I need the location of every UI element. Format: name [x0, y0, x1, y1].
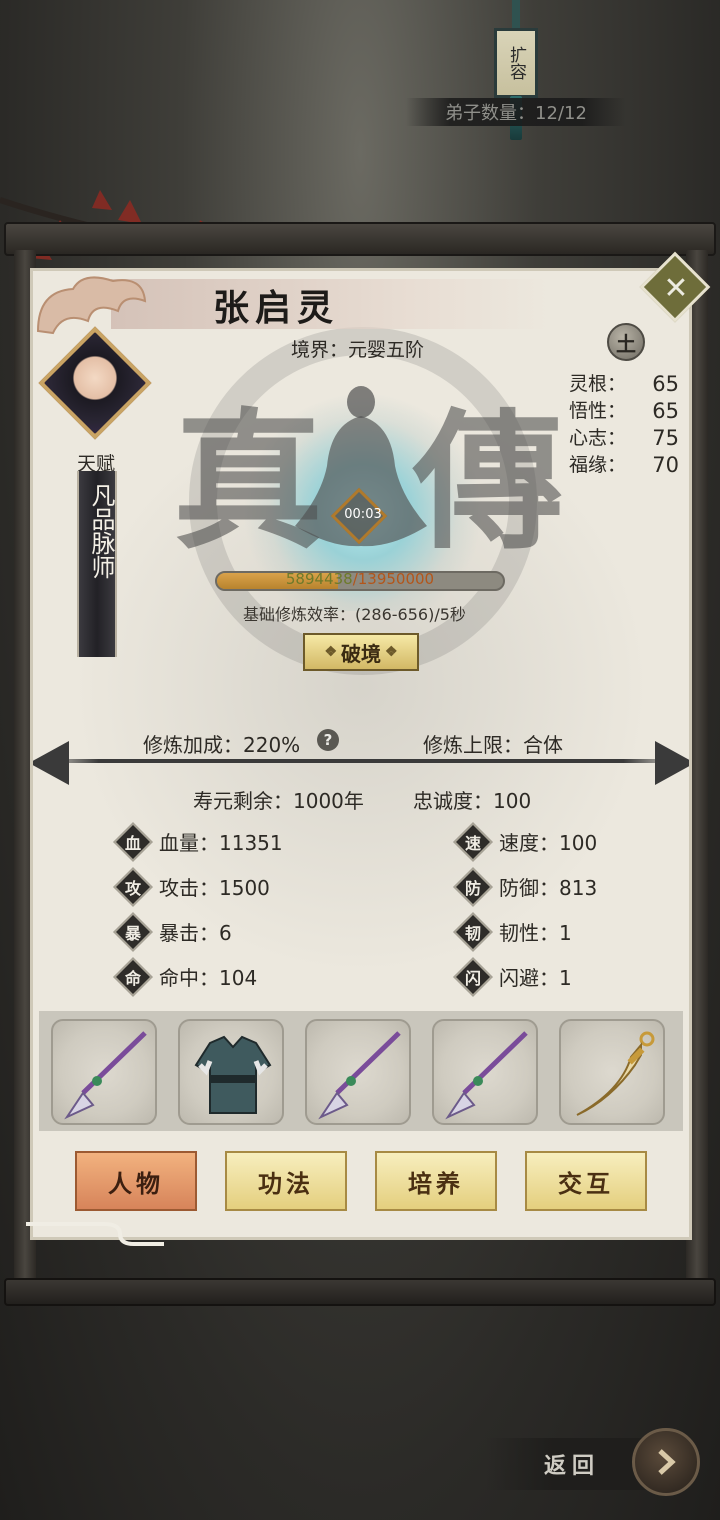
equipment-slot-accessory[interactable]: [559, 1019, 665, 1125]
character-panel: 张启灵 境界：元婴五阶 天赋 凡品脉师 土 灵根： 65 悟性： 65 心志： 75 …: [30, 268, 692, 1240]
talent-value: 凡品脉师: [87, 483, 115, 579]
divider: [33, 759, 689, 763]
attack-icon: 攻: [113, 866, 153, 907]
tab-character[interactable]: 人物: [75, 1151, 197, 1211]
tab-interact[interactable]: 交互: [525, 1151, 647, 1211]
tab-skills[interactable]: 功法: [225, 1151, 347, 1211]
attribute-list: 灵根： 65 悟性： 65 心志： 75 福缘： 70: [569, 371, 679, 479]
loyalty-text: 忠诚度：100: [413, 789, 532, 813]
equipment-slot-weapon[interactable]: [51, 1019, 157, 1125]
spear-icon: [64, 1031, 147, 1120]
scroll-top-rod: [4, 222, 716, 256]
scroll-bottom-rod: [4, 1278, 716, 1306]
stat-defense: 防防御：813: [453, 866, 597, 907]
expand-string: [512, 0, 520, 30]
dodge-icon: 闪: [453, 956, 493, 997]
stat-hp: 血血量：11351: [113, 821, 283, 862]
defense-icon: 防: [453, 866, 493, 907]
spear-icon: [445, 1031, 528, 1120]
attribute-row: 心志： 75: [569, 426, 679, 450]
lifespan-text: 寿元剩余：1000年: [193, 789, 364, 813]
cultivation-bonus: 修炼加成：220%: [143, 733, 301, 757]
stat-crit: 暴暴击：6: [113, 911, 232, 952]
back-button[interactable]: [632, 1428, 700, 1496]
next-arrow-icon[interactable]: [655, 741, 689, 785]
cultivation-limit: 修炼上限：合体: [423, 733, 563, 757]
exp-max: /13950000: [352, 570, 435, 588]
robe-icon: [194, 1035, 272, 1114]
equipment-strip: [39, 1011, 683, 1131]
stat-attack: 攻攻击：1500: [113, 866, 270, 907]
exp-current: 5894438: [285, 570, 353, 588]
attribute-row: 福缘： 70: [569, 453, 679, 477]
stat-hit: 命命中：104: [113, 956, 257, 997]
ornament-icon: ❖: [385, 644, 398, 660]
disciple-count: 弟子数量：12/12: [406, 98, 626, 126]
cloud-corner-decoration: [26, 1222, 164, 1246]
exp-progress-text: 5894438/13950000: [215, 570, 505, 588]
attribute-row: 灵根： 65: [569, 372, 679, 396]
tab-training[interactable]: 培养: [375, 1151, 497, 1211]
cultivation-rate: 基础修炼效率：(286-656)/5秒: [243, 605, 466, 624]
speed-icon: 速: [453, 821, 493, 862]
breakthrough-button[interactable]: ❖ 破境 ❖: [303, 633, 419, 671]
chevron-right-icon: [658, 1449, 676, 1475]
equipment-slot-armor[interactable]: [178, 1019, 284, 1125]
spear-icon: [318, 1031, 401, 1120]
attribute-row: 悟性： 65: [569, 399, 679, 423]
hp-icon: 血: [113, 821, 153, 862]
stat-dodge: 闪闪避：1: [453, 956, 572, 997]
stat-toughness: 韧韧性：1: [453, 911, 572, 952]
back-label[interactable]: 返回: [486, 1438, 656, 1490]
realm-text: 境界：元婴五阶: [291, 339, 425, 361]
stat-speed: 速速度：100: [453, 821, 597, 862]
element-badge: 土: [607, 323, 645, 361]
equipment-slot-weapon-2[interactable]: [305, 1019, 411, 1125]
equipment-slot-weapon-3[interactable]: [432, 1019, 538, 1125]
saber-icon: [576, 1031, 655, 1116]
help-icon[interactable]: ?: [317, 729, 339, 751]
timer-text: 00:03: [344, 507, 382, 522]
hit-icon: 命: [113, 956, 153, 997]
breakthrough-label: 破境: [341, 641, 381, 666]
close-icon[interactable]: ✕: [654, 266, 698, 310]
crit-icon: 暴: [113, 911, 153, 952]
expand-label: 扩容: [506, 46, 526, 80]
ornament-icon: ❖: [324, 644, 337, 660]
expand-button[interactable]: 扩容: [494, 28, 538, 98]
prev-arrow-icon[interactable]: [33, 741, 69, 785]
toughness-icon: 韧: [453, 911, 493, 952]
character-name: 张启灵: [213, 287, 340, 329]
